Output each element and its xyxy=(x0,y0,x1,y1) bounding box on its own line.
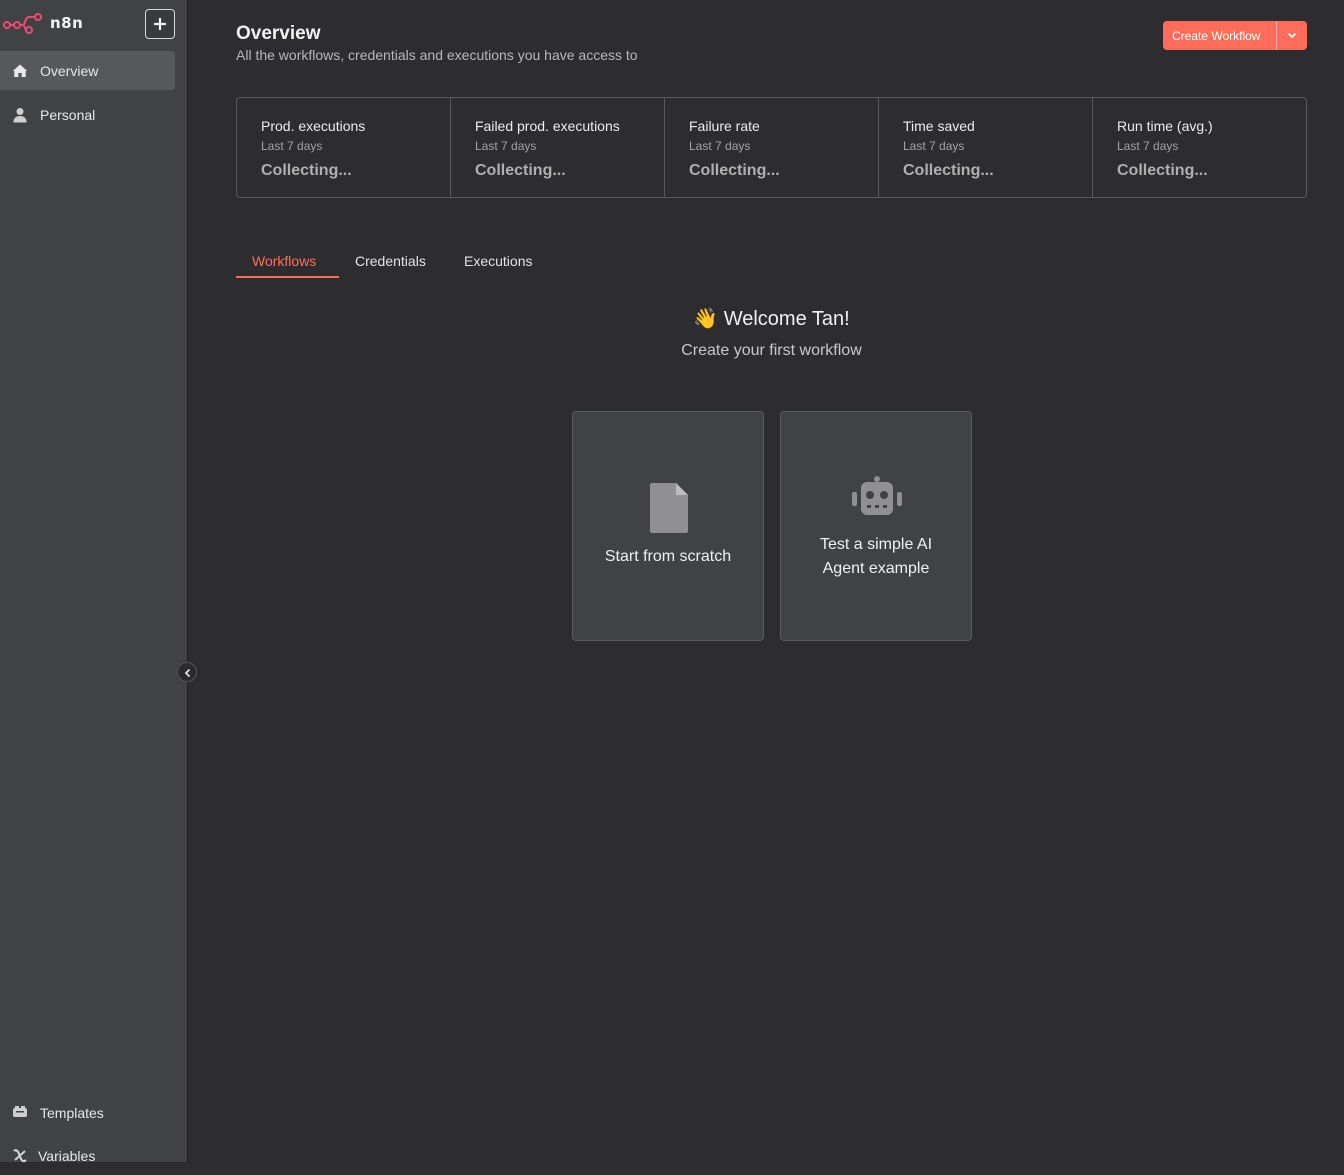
sidebar-item-label: Templates xyxy=(40,1105,104,1121)
sidebar-item-templates[interactable]: Templates xyxy=(0,1093,175,1132)
add-button[interactable] xyxy=(145,9,175,39)
tab-workflows[interactable]: Workflows xyxy=(236,247,339,278)
stat-period: Last 7 days xyxy=(689,139,751,153)
stat-failure-rate[interactable]: Failure rate Last 7 days Collecting... xyxy=(665,98,879,197)
start-from-scratch-card[interactable]: Start from scratch xyxy=(572,411,764,641)
create-workflow-dropdown[interactable] xyxy=(1277,21,1307,50)
robot-icon xyxy=(852,476,902,515)
card-label: Start from scratch xyxy=(604,548,732,565)
stat-value: Collecting... xyxy=(1117,162,1208,179)
sidebar-item-label: Personal xyxy=(40,107,96,123)
home-icon xyxy=(12,64,28,77)
welcome-subtitle: Create your first workflow xyxy=(681,342,862,359)
ai-agent-example-card[interactable]: Test a simple AI Agent example xyxy=(780,411,972,641)
tab-executions[interactable]: Executions xyxy=(464,247,532,278)
stat-label: Run time (avg.) xyxy=(1117,118,1213,134)
stat-value: Collecting... xyxy=(261,162,352,179)
stat-label: Prod. executions xyxy=(261,118,366,134)
user-icon xyxy=(13,108,27,123)
variable-icon xyxy=(13,1149,27,1163)
file-icon xyxy=(650,483,688,533)
page-subtitle: All the workflows, credentials and execu… xyxy=(236,47,638,63)
stat-value: Collecting... xyxy=(475,162,566,179)
stat-period: Last 7 days xyxy=(1117,139,1179,153)
sidebar-item-variables[interactable]: Variables xyxy=(0,1136,175,1175)
sidebar-item-personal[interactable]: Personal xyxy=(0,95,175,134)
stat-value: Collecting... xyxy=(903,162,994,179)
create-workflow-button[interactable]: Create Workflow xyxy=(1163,21,1307,50)
sidebar-item-label: Overview xyxy=(40,63,99,79)
sidebar: n8n Overview Personal Templates Variable… xyxy=(0,0,188,1164)
main-content: Overview All the workflows, credentials … xyxy=(188,0,1344,1162)
logo-row: n8n xyxy=(0,0,188,48)
tab-credentials[interactable]: Credentials xyxy=(355,247,426,278)
stat-value: Collecting... xyxy=(689,162,780,179)
plus-icon xyxy=(154,18,166,30)
stat-failed-prod-executions[interactable]: Failed prod. executions Last 7 days Coll… xyxy=(451,98,665,197)
n8n-logo-icon xyxy=(3,13,42,34)
page-title: Overview xyxy=(236,23,321,44)
stat-period: Last 7 days xyxy=(903,139,965,153)
stat-period: Last 7 days xyxy=(475,139,537,153)
box-icon xyxy=(13,1106,27,1117)
stat-time-saved[interactable]: Time saved Last 7 days Collecting... xyxy=(879,98,1093,197)
card-label: Test a simple AI Agent example xyxy=(819,536,933,577)
logo-text: n8n xyxy=(50,14,84,32)
stat-period: Last 7 days xyxy=(261,139,323,153)
stat-run-time[interactable]: Run time (avg.) Last 7 days Collecting..… xyxy=(1093,98,1306,197)
stat-prod-executions[interactable]: Prod. executions Last 7 days Collecting.… xyxy=(237,98,451,197)
stat-label: Failure rate xyxy=(689,118,760,134)
chevron-down-icon xyxy=(1287,32,1297,39)
insights-stats: Prod. executions Last 7 days Collecting.… xyxy=(236,97,1307,198)
sidebar-item-overview[interactable]: Overview xyxy=(0,51,175,90)
welcome-title: 👋 Welcome Tan! xyxy=(693,308,850,330)
stat-label: Failed prod. executions xyxy=(475,118,620,134)
stat-label: Time saved xyxy=(903,118,975,134)
create-workflow-label: Create Workflow xyxy=(1172,29,1261,43)
